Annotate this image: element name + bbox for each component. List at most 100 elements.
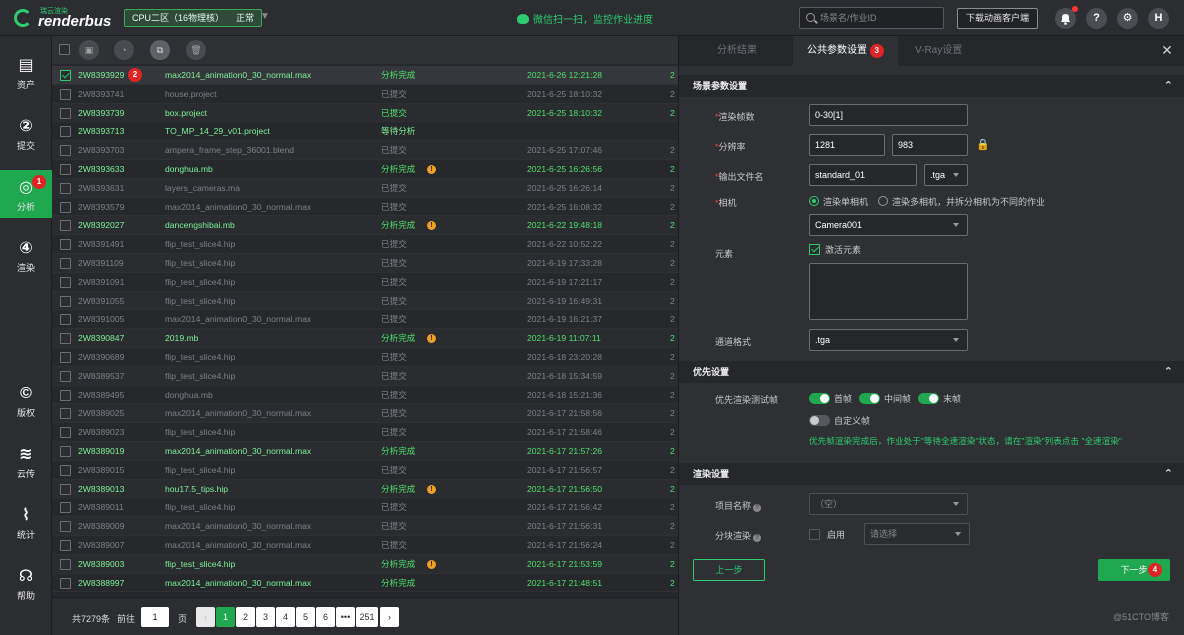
page-button[interactable]: 4 [276,607,295,627]
row-checkbox[interactable] [60,239,71,251]
zone-selector[interactable]: CPU二区（16物理核） 正常 [124,9,263,27]
table-row[interactable]: 2W8393929 max2014_animation0_30_normal.ma… [52,66,678,85]
first-frame-toggle[interactable]: 首帧 [809,392,852,405]
next-page-button[interactable]: › [380,607,399,627]
row-checkbox[interactable] [60,427,71,439]
row-checkbox[interactable] [60,295,71,307]
render-section-header[interactable]: 渲染设置 ⌃ [679,463,1184,485]
page-button[interactable]: 2 [236,607,255,627]
chevron-up-icon[interactable]: ⌃ [1164,361,1173,383]
table-row[interactable]: 2W8390847 2019.mb 分析完成! 2021-6-19 11:07:11 2 [52,329,678,348]
search-icon[interactable] [806,13,815,22]
avatar[interactable]: H [1148,8,1169,29]
table-row[interactable]: 2W8393739 box.project 已提交 2021-6-25 18:10:3… [52,103,678,123]
camera-multi-radio[interactable]: 渲染多相机，并拆分相机为不同的作业 [878,195,1045,208]
table-row[interactable]: 2W8389023 flip_test_slice4.hip 已提交 2021-6-1… [52,423,678,442]
row-checkbox[interactable] [60,182,71,194]
select-all-checkbox[interactable] [59,44,70,55]
warning-icon[interactable]: ! [427,484,436,494]
table-row[interactable]: 2W8389025 max2014_animation0_30_normal.ma… [52,404,678,424]
priority-section-header[interactable]: 优先设置 ⌃ [679,361,1184,383]
table-row[interactable]: 2W8392027 dancengshibai.mb 分析完成! 2021-6-22 … [52,216,678,236]
sidebar-item-help[interactable]: ☊ 帮助 [0,559,52,609]
warning-icon[interactable]: ! [427,334,436,344]
page-button[interactable]: 1 [216,607,235,627]
row-checkbox[interactable] [60,145,71,157]
row-checkbox[interactable] [60,257,71,269]
frames-input[interactable]: 0-30[1] [809,104,968,126]
resolution-width-input[interactable]: 1281 [809,134,885,156]
table-row[interactable]: 2W8393713 TO_MP_14_29_v01.project 等待分析 [52,122,678,142]
element-textarea[interactable] [809,263,968,320]
row-checkbox[interactable] [60,483,71,495]
output-ext-select[interactable]: .tga [924,164,968,186]
copy-delete-icon[interactable]: ⧉ [150,40,170,60]
help-icon[interactable]: ? [1086,8,1107,29]
page-jump-input[interactable]: 1 [141,607,169,627]
table-row[interactable]: 2W8393631 layers_cameras.ma 已提交 2021-6-25 1… [52,178,678,198]
project-name-select[interactable]: （空） [809,493,968,515]
activate-element-checkbox[interactable]: 激活元素 [809,243,861,256]
table-row[interactable]: 2W8389013 hou17.5_tips.hip 分析完成! 2021-6-17 … [52,479,678,499]
warning-icon[interactable]: ! [427,164,436,174]
previous-step-button[interactable]: 上一步 [693,559,765,581]
sidebar-item-submit[interactable]: ② 提交 [0,109,52,159]
chevron-up-icon[interactable]: ⌃ [1164,463,1173,485]
row-checkbox[interactable] [60,314,71,326]
row-checkbox[interactable] [60,464,71,476]
row-checkbox[interactable] [60,126,71,138]
resolution-height-input[interactable]: 983 [892,134,968,156]
help-icon[interactable]: ? [753,534,762,542]
table-row[interactable]: 2W8391091 flip_test_slice4.hip 已提交 2021-6-1… [52,272,678,292]
table-row[interactable]: 2W8389495 donghua.mb 已提交 2021-6-18 15:21:36… [52,385,678,405]
bell-icon[interactable] [1055,6,1078,29]
row-checkbox[interactable] [60,445,71,457]
reanalyze-icon[interactable]: ◔ [114,40,134,60]
row-checkbox[interactable] [60,502,71,514]
page-button[interactable]: 5 [296,607,315,627]
lock-icon[interactable]: 🔒 [976,138,990,151]
sidebar-item-assets[interactable]: ▤ 资产 [0,48,52,98]
table-row[interactable]: 2W8389537 flip_test_slice4.hip 已提交 2021-6-1… [52,366,678,386]
tile-enable-checkbox[interactable]: 启用 [809,528,845,541]
table-row[interactable]: 2W8389015 flip_test_slice4.hip 已提交 2021-6-1… [52,460,678,480]
middle-frame-toggle[interactable]: 中间帧 [859,392,911,405]
table-row[interactable]: 2W8389011 flip_test_slice4.hip 已提交 2021-6-1… [52,498,678,518]
table-row[interactable]: 2W8388997 max2014_animation0_30_normal.ma… [52,573,678,593]
close-icon[interactable]: ✕ [1160,43,1174,57]
row-checkbox[interactable] [60,577,71,589]
row-checkbox[interactable] [60,276,71,288]
row-checkbox[interactable] [60,70,71,81]
table-row[interactable]: 2W8389003 flip_test_slice4.hip 分析完成! 2021-6… [52,554,678,574]
tab-analysis-result[interactable]: 分析结果 [717,36,757,66]
table-row[interactable]: 2W8391109 flip_test_slice4.hip 已提交 2021-6-1… [52,253,678,273]
prev-page-button[interactable]: ‹ [196,607,215,627]
table-row[interactable]: 2W8391055 flip_test_slice4.hip 已提交 2021-6-1… [52,291,678,311]
custom-frame-toggle[interactable]: 自定义帧 [809,414,870,427]
row-checkbox[interactable] [60,88,71,100]
page-button[interactable]: 6 [316,607,335,627]
sidebar-item-copyright[interactable]: © 版权 [0,376,52,426]
page-button[interactable]: 3 [256,607,275,627]
renderbus-logo[interactable]: 瑞云渲染 renderbus [14,6,118,30]
table-row[interactable]: 2W8393579 max2014_animation0_30_normal.ma… [52,197,678,217]
row-checkbox[interactable] [60,163,71,175]
search-input[interactable] [820,11,938,25]
download-client-button[interactable]: 下载动画客户端 [957,8,1038,29]
table-row[interactable]: 2W8393703 ampera_frame_step_36001.blend 已提… [52,141,678,160]
last-frame-toggle[interactable]: 末帧 [918,392,961,405]
table-row[interactable]: 2W8391005 max2014_animation0_30_normal.ma… [52,310,678,330]
row-checkbox[interactable] [60,201,71,213]
row-checkbox[interactable] [60,220,71,232]
tab-vray-settings[interactable]: V-Ray设置 [915,36,962,66]
row-checkbox[interactable] [60,389,71,401]
table-row[interactable]: 2W8389007 max2014_animation0_30_normal.ma… [52,535,678,555]
output-name-input[interactable]: standard_01 [809,164,917,186]
row-checkbox[interactable] [60,521,71,533]
table-row[interactable]: 2W8390689 flip_test_slice4.hip 已提交 2021-6-1… [52,347,678,367]
help-icon[interactable]: ? [753,504,762,512]
trash-icon[interactable]: 🗑 [186,40,206,60]
sidebar-item-render[interactable]: ④ 渲染 [0,231,52,281]
wechat-monitor-link[interactable]: 微信扫一扫，监控作业进度 [517,11,653,26]
chevron-up-icon[interactable]: ⌃ [1164,75,1173,97]
